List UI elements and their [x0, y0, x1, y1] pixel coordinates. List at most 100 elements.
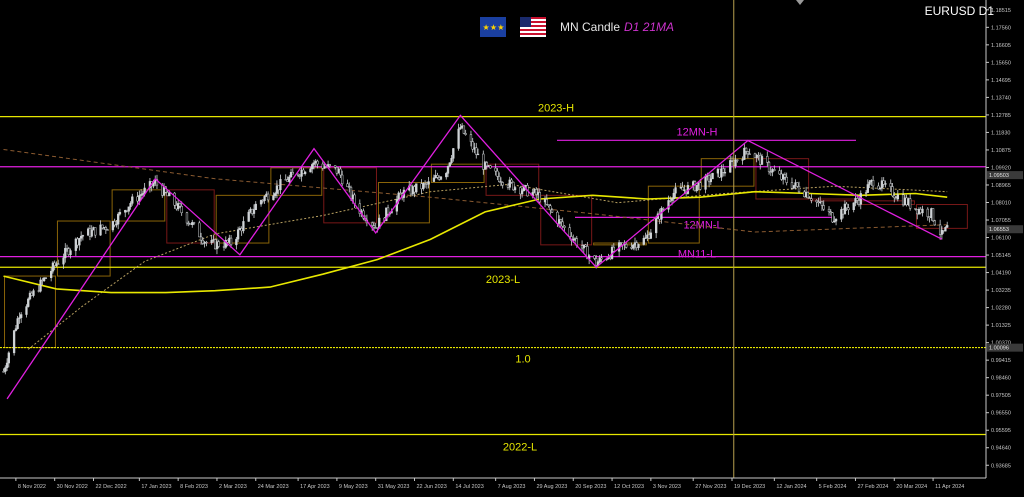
chart-shift-marker-icon[interactable] [796, 0, 804, 5]
candle-body [625, 244, 628, 248]
candle-body [767, 162, 771, 173]
time-tick-label: 31 May 2023 [378, 484, 410, 490]
candle-body [559, 219, 563, 223]
candle-body [513, 187, 517, 191]
candle-body [371, 222, 374, 226]
candle-body [346, 183, 349, 187]
candle-body [792, 185, 795, 189]
candle-body [709, 178, 712, 183]
indicator-subtitle: D1 21MA [624, 20, 675, 34]
candle-body [642, 237, 645, 245]
candle-body [746, 151, 750, 155]
candle-body [827, 208, 831, 212]
candle-body [78, 238, 81, 246]
candle-body [612, 246, 615, 252]
chart-area[interactable]: 2023-H 12MN-H 12MN-L MN11-L 2023-L 1.0 2022-L 1… [0, 0, 1024, 492]
candle-body [50, 270, 53, 279]
price-tick-label: 1.11830 [991, 130, 1010, 136]
candle-body [704, 175, 707, 190]
candle-body [852, 202, 855, 210]
candle-body [931, 208, 935, 222]
candle-body [452, 148, 455, 159]
price-tick-label: 0.97505 [991, 393, 1011, 399]
candle-body [820, 201, 824, 206]
time-tick-label: 8 Feb 2023 [180, 484, 208, 490]
candle-body [797, 186, 801, 193]
candle-body [496, 170, 499, 177]
time-tick-label: 9 May 2023 [339, 484, 368, 490]
candle-body [235, 238, 238, 246]
chart-header: ★ ★ ★ MN Candle D1 21MA [480, 16, 674, 38]
candle-body [494, 167, 497, 172]
time-tick-label: 22 Dec 2022 [95, 484, 126, 490]
time-tick-label: 22 Jun 2023 [417, 484, 447, 490]
price-tick-label: 0.98460 [991, 376, 1011, 382]
time-tick-label: 11 Apr 2024 [935, 484, 964, 490]
time-tick-label: 27 Nov 2023 [695, 484, 726, 490]
time-tick-label: 17 Apr 2023 [300, 484, 330, 490]
price-tick-label: 1.05145 [991, 253, 1011, 259]
candle-body [766, 156, 769, 163]
time-tick-label: 19 Dec 2023 [734, 484, 765, 490]
candle-body [106, 229, 109, 231]
level-label: 2023-H [538, 103, 574, 115]
price-tick-label: 1.14695 [991, 78, 1011, 84]
candle-body [117, 213, 120, 225]
time-tick-label: 29 Aug 2023 [536, 484, 567, 490]
level-label: 2022-L [503, 442, 537, 454]
candle-body [5, 362, 9, 368]
price-tick-label: 1.07055 [991, 218, 1011, 224]
price-tick-label: 0.99415 [991, 358, 1011, 364]
candle-body [723, 172, 727, 174]
candle-body [448, 162, 451, 167]
price-tick-label: 1.12785 [991, 113, 1011, 119]
candle-body [311, 164, 314, 170]
candle-body [810, 198, 813, 201]
candle-body [450, 158, 453, 163]
candle-body [600, 257, 603, 260]
candle-body [32, 290, 35, 296]
candle-body [138, 195, 141, 202]
candle-body [501, 182, 504, 186]
candle-body [822, 205, 825, 210]
candle-body [469, 134, 473, 142]
price-tick-label: 1.08010 [991, 200, 1011, 206]
candle-body [445, 173, 448, 178]
time-tick-label: 2 Mar 2023 [219, 484, 247, 490]
candle-body [520, 190, 524, 195]
chart-background [0, 0, 1024, 492]
candle-body [14, 328, 18, 331]
time-tick-label: 17 Jan 2023 [141, 484, 171, 490]
price-tick-label: 1.08965 [991, 183, 1011, 189]
price-chart[interactable]: 2023-H 12MN-H 12MN-L MN11-L 2023-L 1.0 2022-L 1… [0, 0, 1024, 492]
candle-body [773, 169, 776, 171]
candle-body [309, 168, 312, 173]
us-flag-icon [520, 17, 546, 37]
candle-body [563, 225, 566, 228]
candle-body [303, 171, 307, 174]
time-tick-label: 12 Oct 2023 [614, 484, 644, 490]
candle-body [871, 180, 875, 187]
price-tag: 1.09503 [989, 173, 1009, 179]
time-tick-label: 24 Mar 2023 [258, 484, 289, 490]
candle-body [266, 193, 270, 201]
candle-body [866, 184, 869, 193]
time-tick-label: 3 Nov 2023 [653, 484, 681, 490]
price-tick-label: 1.10875 [991, 148, 1011, 154]
time-tick-label: 5 Feb 2024 [819, 484, 847, 490]
candle-body [921, 208, 924, 214]
candle-body [550, 209, 554, 213]
candle-body [12, 330, 16, 354]
candle-body [415, 183, 418, 193]
candle-body [79, 235, 83, 239]
candle-body [131, 196, 134, 204]
candle-body [20, 314, 23, 318]
candle-body [944, 227, 947, 232]
candle-body [778, 170, 781, 175]
price-tick-label: 0.94640 [991, 446, 1011, 452]
candle-body [62, 257, 65, 265]
candle-body [545, 199, 548, 205]
candle-body [847, 207, 850, 210]
level-label: 1.0 [515, 354, 530, 366]
candle-body [926, 208, 929, 217]
